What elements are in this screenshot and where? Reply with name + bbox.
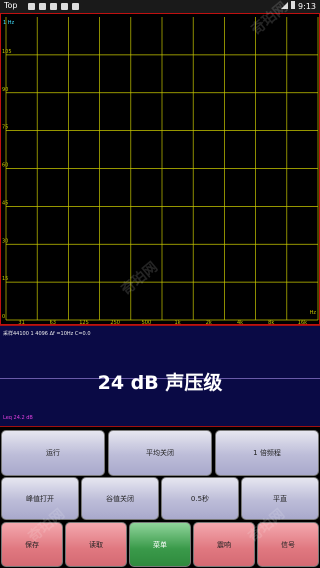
valley-toggle-button[interactable]: 谷值关闭 [81,477,159,520]
level-readout-panel: 采样44100 1 4096 Δf =10Hz C=0.0 24 dB 声压级 … [0,325,320,427]
peak-frequency-label: 1 Hz [3,20,15,26]
notification-icon [39,3,46,10]
notification-icon [72,3,79,10]
y-tick-label: 30 [2,238,8,244]
spectrum-chart[interactable]: 0 15 30 45 60 75 90 105 31 63 125 250 500 1k 2k 4k 8k 16k… [0,13,320,325]
peak-toggle-button[interactable]: 峰值打开 [1,477,79,520]
menu-button[interactable]: 菜单 [129,522,191,567]
run-button[interactable]: 运行 [1,430,105,476]
read-button[interactable]: 读取 [65,522,127,567]
clock: 9:13 [298,2,316,11]
y-tick-label: 105 [2,49,12,55]
octave-button[interactable]: 1 倍频程 [215,430,319,476]
battery-icon [291,1,296,9]
y-tick-label: 60 [2,163,8,169]
leq-value: Leq 24.2 dB [3,415,33,421]
notification-icon [28,3,35,10]
average-toggle-button[interactable]: 平均关闭 [108,430,212,476]
y-tick-label: 15 [2,276,8,282]
y-tick-label: 0 [2,314,5,320]
notification-icon [61,3,68,10]
y-tick-label: 75 [2,125,8,131]
x-axis-unit: Hz [310,310,317,316]
chart-border [0,13,320,325]
y-tick-label: 45 [2,200,8,206]
notification-icons [28,0,79,13]
sound-level-display: 24 dB 声压级 [97,372,223,394]
notification-icon [50,3,57,10]
y-tick-label: 90 [2,87,8,93]
interval-button[interactable]: 0.5秒 [161,477,239,520]
spectrum-chart-svg: 015304560759010531 63 125 250 500 1k 2k 4k 8k 16k… [0,13,320,325]
status-left-text: Top [4,1,18,10]
sampling-info: 采样44100 1 4096 Δf =10Hz C=0.0 [3,331,91,337]
